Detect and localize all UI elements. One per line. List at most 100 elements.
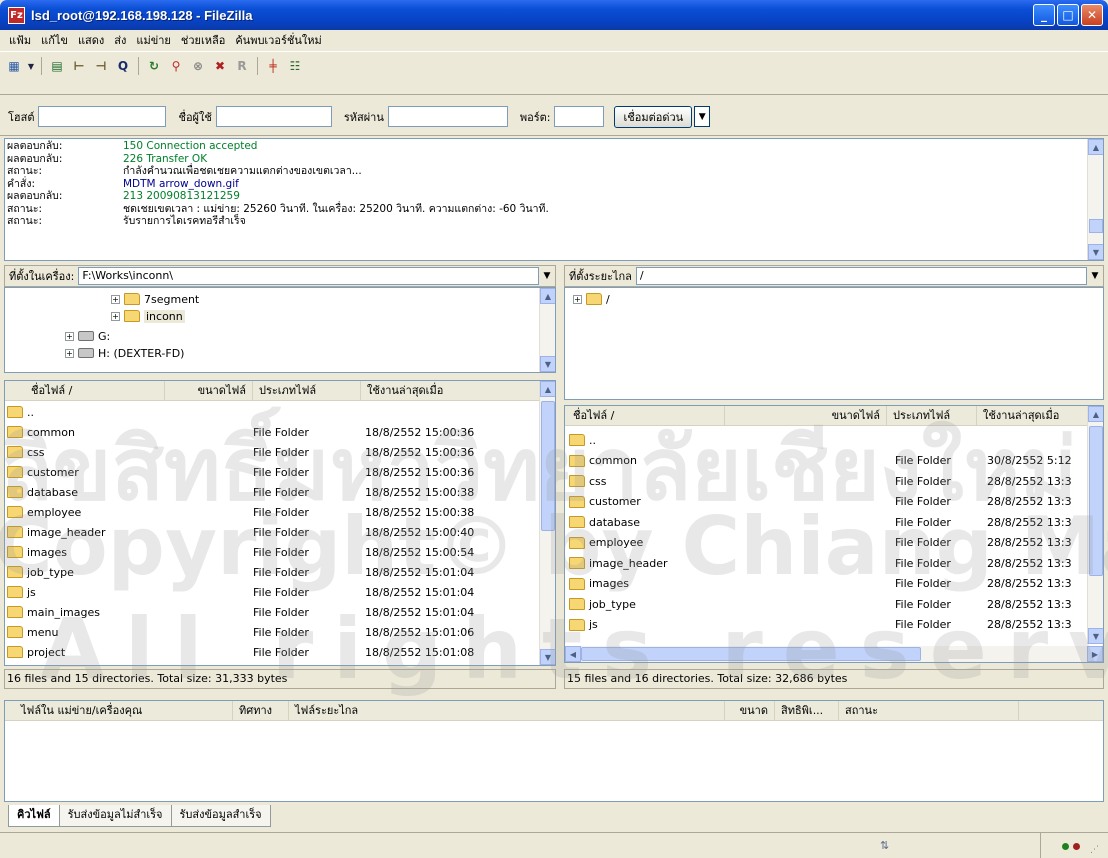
table-row[interactable]: customer File Folder 18/8/2552 15:00:36 bbox=[5, 462, 531, 482]
tab-failed-transfers[interactable]: รับส่งข้อมูลไม่สำเร็จ bbox=[58, 805, 172, 827]
host-input[interactable] bbox=[38, 106, 167, 127]
remote-hscroll-thumb[interactable] bbox=[581, 647, 921, 661]
scroll-up-icon[interactable]: ▲ bbox=[540, 381, 555, 397]
table-row[interactable]: database File Folder 18/8/2552 15:00:38 bbox=[5, 482, 531, 502]
reconnect-icon[interactable]: R bbox=[232, 56, 252, 76]
column-header-remote-file[interactable]: ไฟล์ระยะไกล bbox=[289, 701, 725, 720]
table-row[interactable]: js File Folder 18/8/2552 15:01:04 bbox=[5, 582, 531, 602]
column-header-priority[interactable]: สิทธิพิเ... bbox=[775, 701, 839, 720]
column-header-filename[interactable]: ชื่อไฟล์ / bbox=[565, 406, 725, 425]
table-row[interactable]: menu File Folder 18/8/2552 15:01:06 bbox=[5, 622, 531, 642]
menu-file[interactable]: แฟ้ม bbox=[4, 31, 36, 49]
remote-path-input[interactable]: / bbox=[635, 267, 1087, 285]
scroll-down-icon[interactable]: ▼ bbox=[1088, 628, 1103, 644]
table-row[interactable]: images File Folder 28/8/2552 13:3 bbox=[565, 574, 1087, 594]
process-queue-icon[interactable]: ⚲ bbox=[166, 56, 186, 76]
table-row[interactable]: main_images File Folder 18/8/2552 15:01:04 bbox=[5, 602, 531, 622]
compare-icon[interactable]: ☷ bbox=[285, 56, 305, 76]
table-row[interactable]: job_type File Folder 28/8/2552 13:3 bbox=[565, 594, 1087, 614]
scroll-down-icon[interactable]: ▼ bbox=[540, 356, 555, 372]
local-path-input[interactable]: F:\Works\inconn\ bbox=[78, 267, 539, 285]
tab-successful-transfers[interactable]: รับส่งข้อมูลสำเร็จ bbox=[170, 805, 271, 827]
site-manager-dropdown-icon[interactable]: ▼ bbox=[26, 56, 36, 76]
scroll-up-icon[interactable]: ▲ bbox=[1088, 139, 1103, 155]
table-row[interactable]: images File Folder 18/8/2552 15:00:54 bbox=[5, 542, 531, 562]
scroll-up-icon[interactable]: ▲ bbox=[540, 288, 555, 304]
log-scroll-thumb[interactable] bbox=[1089, 219, 1103, 233]
menu-server[interactable]: แม่ข่าย bbox=[131, 31, 175, 49]
remote-list-scroll-thumb[interactable] bbox=[1089, 426, 1103, 576]
column-header-filetype[interactable]: ประเภทไฟล์ bbox=[253, 381, 361, 400]
toggle-queue-icon[interactable]: Q bbox=[113, 56, 133, 76]
table-row[interactable]: project File Folder 18/8/2552 15:01:08 bbox=[5, 642, 531, 662]
quickconnect-button[interactable]: เชื่อมต่อด่วน bbox=[614, 105, 693, 128]
column-header-direction[interactable]: ทิศทาง bbox=[233, 701, 289, 720]
table-row[interactable]: image_header File Folder 28/8/2552 13:3 bbox=[565, 553, 1087, 573]
table-row[interactable]: image_header File Folder 18/8/2552 15:00:4… bbox=[5, 522, 531, 542]
minimize-button[interactable]: _ bbox=[1033, 4, 1055, 26]
maximize-button[interactable]: □ bbox=[1057, 4, 1079, 26]
column-header-size[interactable]: ขนาด bbox=[725, 701, 775, 720]
table-row[interactable]: css File Folder 28/8/2552 13:3 bbox=[565, 471, 1087, 491]
local-list-scroll-thumb[interactable] bbox=[541, 401, 555, 531]
scroll-up-icon[interactable]: ▲ bbox=[1088, 406, 1103, 422]
scroll-left-icon[interactable]: ◀ bbox=[565, 646, 581, 662]
table-row[interactable]: .. bbox=[5, 402, 531, 422]
column-header-status[interactable]: สถานะ bbox=[839, 701, 1019, 720]
disconnect-icon[interactable]: ✖ bbox=[210, 56, 230, 76]
column-header-modified[interactable]: ใช้งานล่าสุดเมื่อ bbox=[361, 381, 541, 400]
table-row[interactable]: database File Folder 28/8/2552 13:3 bbox=[565, 512, 1087, 532]
remote-list-hscrollbar[interactable]: ◀ ▶ bbox=[565, 646, 1103, 662]
column-header-modified[interactable]: ใช้งานล่าสุดเมื่อ bbox=[977, 406, 1089, 425]
tree-node-inconn[interactable]: + inconn bbox=[111, 308, 185, 324]
table-row[interactable]: .. bbox=[565, 430, 1087, 450]
table-row[interactable]: css File Folder 18/8/2552 15:00:36 bbox=[5, 442, 531, 462]
scroll-down-icon[interactable]: ▼ bbox=[540, 649, 555, 665]
refresh-icon[interactable]: ↻ bbox=[144, 56, 164, 76]
local-list-scrollbar[interactable]: ▲ ▼ bbox=[539, 381, 555, 665]
scroll-down-icon[interactable]: ▼ bbox=[1088, 244, 1103, 260]
menu-edit[interactable]: แก้ไข bbox=[36, 31, 73, 49]
expand-icon[interactable]: + bbox=[573, 294, 582, 304]
table-row[interactable]: common File Folder 30/8/2552 5:12 bbox=[565, 451, 1087, 471]
remote-path-dropdown-icon[interactable]: ▼ bbox=[1087, 267, 1103, 285]
menu-help[interactable]: ช่วยเหลือ bbox=[176, 31, 230, 49]
column-header-filetype[interactable]: ประเภทไฟล์ bbox=[887, 406, 977, 425]
toggle-log-icon[interactable]: ▤ bbox=[47, 56, 67, 76]
local-path-dropdown-icon[interactable]: ▼ bbox=[539, 267, 555, 285]
toggle-remote-tree-icon[interactable]: ⊣ bbox=[91, 56, 111, 76]
toggle-local-tree-icon[interactable]: ⊢ bbox=[69, 56, 89, 76]
table-row[interactable]: job_type File Folder 18/8/2552 15:01:04 bbox=[5, 562, 531, 582]
menu-transfer[interactable]: ส่ง bbox=[109, 31, 131, 49]
column-header-filesize[interactable]: ขนาดไฟล์ bbox=[725, 406, 887, 425]
local-tree-scrollbar[interactable]: ▲ ▼ bbox=[539, 288, 555, 372]
port-input[interactable] bbox=[554, 106, 605, 127]
column-header-filename[interactable]: ชื่อไฟล์ / bbox=[5, 381, 165, 400]
tab-queued-files[interactable]: คิวไฟล์ bbox=[8, 805, 60, 827]
table-row[interactable]: employee File Folder 18/8/2552 15:00:38 bbox=[5, 502, 531, 522]
resize-grip-icon[interactable]: ⋰ bbox=[1090, 845, 1099, 855]
table-row[interactable]: js File Folder 28/8/2552 13:3 bbox=[565, 615, 1087, 635]
remote-list-scrollbar[interactable]: ▲ ▼ bbox=[1087, 406, 1103, 644]
expand-icon[interactable]: + bbox=[65, 331, 74, 341]
close-button[interactable]: ✕ bbox=[1081, 4, 1103, 26]
site-manager-icon[interactable]: ▦ bbox=[4, 56, 24, 76]
table-row[interactable]: employee File Folder 28/8/2552 13:3 bbox=[565, 533, 1087, 553]
table-row[interactable]: customer File Folder 28/8/2552 13:3 bbox=[565, 492, 1087, 512]
username-input[interactable] bbox=[215, 106, 332, 127]
tree-node-7segment[interactable]: + 7segment bbox=[111, 291, 199, 307]
scroll-right-icon[interactable]: ▶ bbox=[1087, 646, 1103, 662]
cancel-icon[interactable]: ⊗ bbox=[188, 56, 208, 76]
password-input[interactable] bbox=[387, 106, 508, 127]
tree-node-drive-h[interactable]: + H: (DEXTER-FD) bbox=[65, 345, 184, 361]
table-row[interactable]: common File Folder 18/8/2552 15:00:36 bbox=[5, 422, 531, 442]
quickconnect-dropdown-icon[interactable]: ▼ bbox=[694, 106, 711, 127]
log-scrollbar[interactable]: ▲ ▼ bbox=[1087, 139, 1103, 260]
column-header-filesize[interactable]: ขนาดไฟล์ bbox=[165, 381, 253, 400]
expand-icon[interactable]: + bbox=[111, 294, 120, 304]
tree-node-drive-g[interactable]: + G: bbox=[65, 328, 110, 344]
menu-new-version[interactable]: ค้นพบเวอร์ชั่นใหม่ bbox=[230, 31, 326, 49]
expand-icon[interactable]: + bbox=[65, 348, 74, 358]
filter-icon[interactable]: ╪ bbox=[263, 56, 283, 76]
column-header-local-file[interactable]: ไฟล์ใน แม่ข่าย/เครื่องคุณ bbox=[5, 701, 233, 720]
